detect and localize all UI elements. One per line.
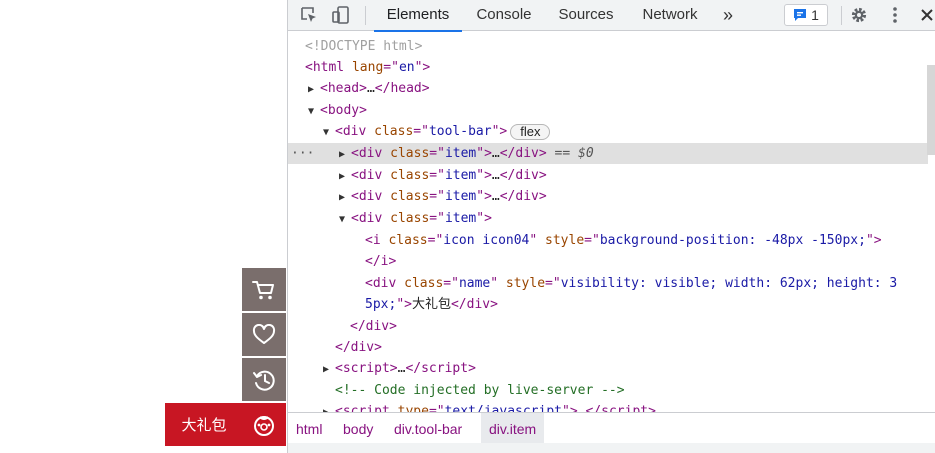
tree-scrollbar[interactable]	[927, 31, 935, 412]
more-tabs-icon[interactable]: »	[716, 0, 740, 31]
more-options-icon[interactable]	[884, 4, 906, 26]
inspect-element-icon[interactable]	[298, 4, 320, 26]
tree-row-item-3[interactable]: ▶ <div class="item">…</div>	[288, 186, 928, 207]
heart-icon	[252, 323, 276, 344]
device-toolbar-icon[interactable]	[330, 4, 352, 26]
collapse-arrow-icon[interactable]: ▼	[339, 209, 351, 230]
tab-elements[interactable]: Elements	[374, 0, 462, 32]
close-icon[interactable]	[916, 4, 935, 26]
breadcrumb-div-item[interactable]: div.item	[481, 413, 545, 444]
tree-row-toolbar-div[interactable]: ▼ <div class="tool-bar"> flex	[288, 121, 928, 142]
scroll-thumb[interactable]	[927, 65, 935, 155]
tree-row-item-1-selected[interactable]: ··· ▶ <div class="item">…</div> == $0	[288, 143, 928, 164]
expand-arrow-icon[interactable]: ▶	[323, 359, 335, 380]
collapse-arrow-icon[interactable]: ▼	[308, 101, 320, 122]
expand-arrow-icon[interactable]: ▶	[308, 79, 320, 100]
tree-row-script[interactable]: ▶ <script>…</script>	[288, 358, 928, 379]
history-button[interactable]	[242, 358, 286, 401]
breadcrumb-html[interactable]: html	[288, 413, 330, 444]
tree-row-script-js[interactable]: ▶<script type="text/javascript">…</scrip…	[288, 401, 928, 412]
elements-tree: <!DOCTYPE html> <html lang="en"> ▶ <head>…	[288, 31, 935, 412]
drawer-strip	[288, 443, 935, 453]
gift-icon	[254, 415, 274, 436]
tabbar-separator-2	[841, 6, 842, 25]
name-text: 大礼包	[411, 297, 451, 312]
tree-row-i-close[interactable]: </i>	[288, 251, 928, 272]
tree-row-body[interactable]: ▼ <body>	[288, 100, 928, 121]
devtools-tabbar: Elements Console Sources Network » 1	[288, 0, 935, 32]
tree-row-i-icon[interactable]: <i class="icon icon04" style="background…	[288, 230, 928, 251]
doctype-text: <!DOCTYPE html>	[305, 39, 423, 54]
history-icon	[253, 370, 275, 391]
favorites-button[interactable]	[242, 313, 286, 356]
issues-count: 1	[811, 7, 819, 23]
expand-arrow-icon[interactable]: ▶	[339, 166, 351, 187]
breadcrumb-div-tool-bar[interactable]: div.tool-bar	[386, 413, 470, 444]
gift-button[interactable]	[242, 403, 286, 446]
breadcrumb-body[interactable]: body	[335, 413, 381, 444]
selected-node-marker: == $0	[554, 146, 594, 161]
tree-row-doctype[interactable]: <!DOCTYPE html>	[288, 36, 928, 57]
tree-row-toolbar-close[interactable]: </div>	[288, 337, 928, 358]
tab-network[interactable]: Network	[632, 0, 708, 31]
tree-row-comment[interactable]: <!-- Code injected by live-server -->	[288, 380, 928, 401]
tab-console[interactable]: Console	[466, 0, 542, 31]
live-server-comment: <!-- Code injected by live-server -->	[335, 383, 625, 398]
issues-counter[interactable]: 1	[784, 4, 828, 26]
breadcrumb: html body div.tool-bar div.item	[288, 412, 935, 444]
gift-label[interactable]: 大礼包	[165, 403, 243, 446]
tree-row-item-close[interactable]: </div>	[288, 316, 928, 337]
flex-badge[interactable]: flex	[510, 123, 551, 140]
tree-row-item-2[interactable]: ▶ <div class="item">…</div>	[288, 165, 928, 186]
cart-button[interactable]	[242, 268, 286, 311]
expand-arrow-icon[interactable]: ▶	[339, 187, 351, 208]
tree-row-name-div-cont[interactable]: 5px;">大礼包</div>	[288, 294, 928, 315]
devtools-panel: Elements Console Sources Network » 1 <!D…	[287, 0, 935, 453]
expand-arrow-icon[interactable]: ▶	[323, 402, 335, 412]
tabbar-separator	[365, 6, 366, 25]
tree-row-item-4[interactable]: ▼ <div class="item">	[288, 208, 928, 229]
cart-icon	[252, 280, 274, 299]
tab-sources[interactable]: Sources	[550, 0, 622, 31]
tree-row-head[interactable]: ▶ <head>…</head>	[288, 78, 928, 99]
tool-bar: 大礼包	[0, 0, 287, 453]
settings-gear-icon[interactable]	[848, 4, 870, 26]
tree-row-html[interactable]: <html lang="en">	[288, 57, 928, 78]
row-menu-dots-icon[interactable]: ···	[291, 143, 314, 164]
issues-icon	[794, 9, 807, 21]
expand-arrow-icon[interactable]: ▶	[339, 144, 351, 165]
collapse-arrow-icon[interactable]: ▼	[323, 122, 335, 143]
tree-row-name-div[interactable]: <div class="name" style="visibility: vis…	[288, 273, 928, 294]
